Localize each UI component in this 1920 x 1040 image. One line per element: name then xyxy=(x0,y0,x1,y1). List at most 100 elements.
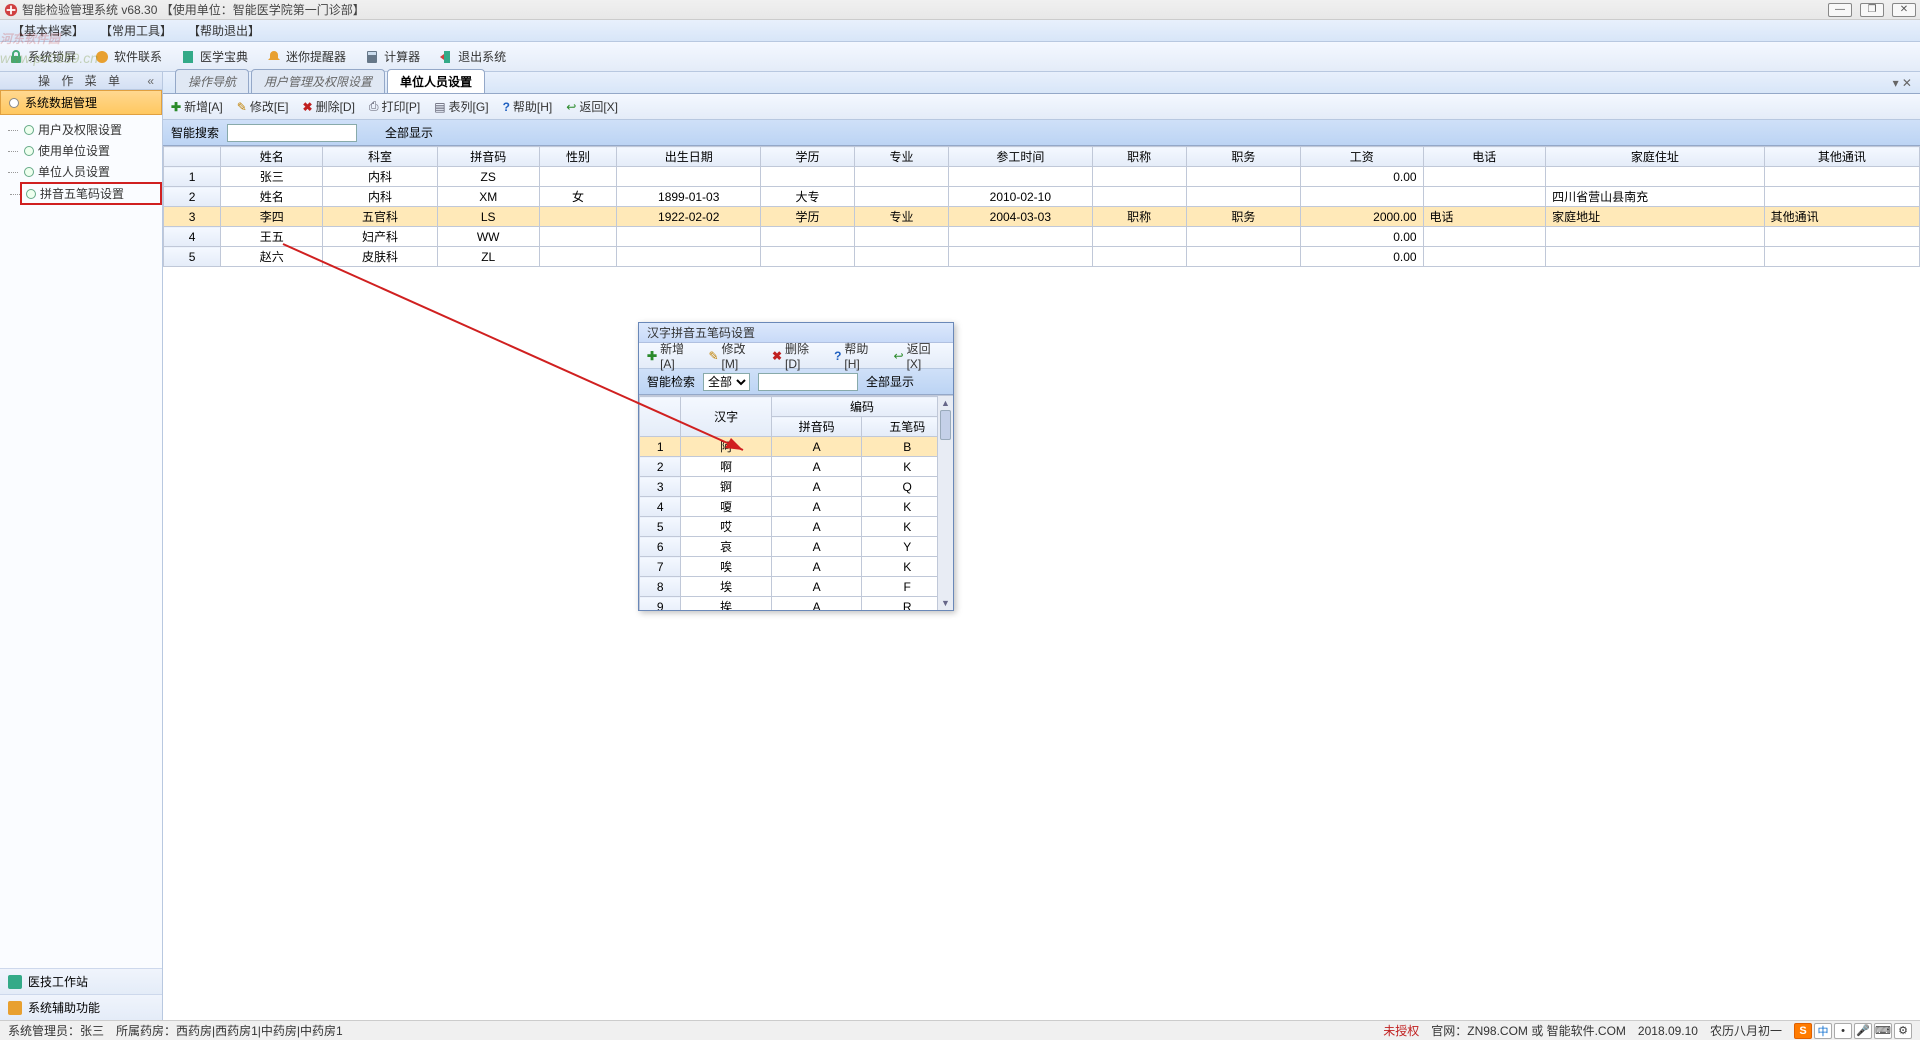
table-row[interactable]: 4王五妇产科WW0.00 xyxy=(164,227,1920,247)
lock-icon xyxy=(8,49,24,65)
tree-node-user-perm[interactable]: 用户及权限设置 xyxy=(20,119,162,140)
dlg-action-add[interactable]: ✚新增[A] xyxy=(647,340,698,371)
action-list[interactable]: ▤表列[G] xyxy=(434,98,488,115)
tb-exit[interactable]: 退出系统 xyxy=(438,48,506,65)
tree-node-staff[interactable]: 单位人员设置 xyxy=(20,161,162,182)
col-dept[interactable]: 科室 xyxy=(323,147,437,167)
ime-keyboard-icon[interactable]: ⌨ xyxy=(1874,1023,1892,1039)
help-icon: ? xyxy=(834,349,841,363)
ime-lang-icon[interactable]: 中 xyxy=(1814,1023,1832,1039)
col-title[interactable]: 职称 xyxy=(1092,147,1186,167)
table-row[interactable]: 7唉AK xyxy=(640,557,953,577)
menu-help[interactable]: 【帮助退出】 xyxy=(184,22,264,39)
menu-tools[interactable]: 【常用工具】 xyxy=(96,22,176,39)
action-delete[interactable]: ✖删除[D] xyxy=(303,98,355,115)
scroll-up-icon[interactable]: ▲ xyxy=(938,396,953,410)
search-input[interactable] xyxy=(227,124,357,142)
tb-calc[interactable]: 计算器 xyxy=(364,48,420,65)
table-row[interactable]: 5哎AK xyxy=(640,517,953,537)
dlg-col-pinyin[interactable]: 拼音码 xyxy=(771,417,862,437)
ime-settings-icon[interactable]: ⚙ xyxy=(1894,1023,1912,1039)
sidebar-bottom-medtech[interactable]: 医技工作站 xyxy=(0,968,162,994)
minimize-button[interactable]: — xyxy=(1828,3,1852,17)
col-rownum xyxy=(164,147,221,167)
status-admin: 系统管理员：张三 xyxy=(8,1022,104,1039)
tb-medical[interactable]: 医学宝典 xyxy=(180,48,248,65)
dlg-action-help[interactable]: ?帮助[H] xyxy=(834,340,883,371)
col-duty[interactable]: 职务 xyxy=(1186,147,1300,167)
dlg-action-edit[interactable]: ✎修改[M] xyxy=(708,340,761,371)
action-print[interactable]: ⎙打印[P] xyxy=(369,98,420,115)
search-label: 智能搜索 xyxy=(171,124,219,141)
back-icon: ↩ xyxy=(566,100,576,114)
tree-node-unit[interactable]: 使用单位设置 xyxy=(20,140,162,161)
close-button[interactable]: ✕ xyxy=(1892,3,1916,17)
tab-user-perm[interactable]: 用户管理及权限设置 xyxy=(251,69,385,93)
tb-contact[interactable]: 软件联系 xyxy=(94,48,162,65)
action-edit[interactable]: ✎修改[E] xyxy=(237,98,289,115)
table-row[interactable]: 6哀AY xyxy=(640,537,953,557)
table-row[interactable]: 3李四五官科LS1922-02-02学历专业2004-03-03职称职务2000… xyxy=(164,207,1920,227)
tab-nav[interactable]: 操作导航 xyxy=(175,69,249,93)
ime-mic-icon[interactable]: 🎤 xyxy=(1854,1023,1872,1039)
dlg-search-input[interactable] xyxy=(758,373,858,391)
help-icon: ? xyxy=(503,100,510,114)
col-name[interactable]: 姓名 xyxy=(221,147,323,167)
tb-reminder[interactable]: 迷你提醒器 xyxy=(266,48,346,65)
table-row[interactable]: 4嗄AK xyxy=(640,497,953,517)
menu-basic[interactable]: 【基本档案】 xyxy=(8,22,88,39)
maximize-button[interactable]: ❐ xyxy=(1860,3,1884,17)
table-row[interactable]: 1张三内科ZS0.00 xyxy=(164,167,1920,187)
menubar: 【基本档案】 【常用工具】 【帮助退出】 xyxy=(0,20,1920,42)
dlg-show-all[interactable]: 全部显示 xyxy=(866,373,914,390)
delete-icon: ✖ xyxy=(772,349,782,363)
tab-staff[interactable]: 单位人员设置 xyxy=(387,69,485,93)
table-row[interactable]: 9挨AR xyxy=(640,597,953,611)
exit-icon xyxy=(438,49,454,65)
ime-sogou-icon[interactable]: S xyxy=(1794,1023,1812,1039)
col-tel[interactable]: 电话 xyxy=(1423,147,1546,167)
action-add[interactable]: ✚新增[A] xyxy=(171,98,223,115)
show-all-link[interactable]: 全部显示 xyxy=(385,124,433,141)
action-help[interactable]: ?帮助[H] xyxy=(503,98,553,115)
staff-grid: 姓名 科室 拼音码 性别 出生日期 学历 专业 参工时间 职称 职务 工资 电话… xyxy=(163,146,1920,267)
table-row[interactable]: 5赵六皮肤科ZL0.00 xyxy=(164,247,1920,267)
ime-punct-icon[interactable]: • xyxy=(1834,1023,1852,1039)
col-edu[interactable]: 学历 xyxy=(761,147,855,167)
col-sex[interactable]: 性别 xyxy=(539,147,617,167)
station-icon xyxy=(8,975,22,989)
app-icon xyxy=(4,3,18,17)
table-row[interactable]: 1阿AB xyxy=(640,437,953,457)
node-icon xyxy=(24,125,34,135)
col-worktime[interactable]: 参工时间 xyxy=(948,147,1092,167)
table-row[interactable]: 2姓名内科XM女1899-01-03大专2010-02-10四川省营山县南充 xyxy=(164,187,1920,207)
tabs-menu[interactable]: ▾ ✕ xyxy=(1893,76,1912,90)
col-addr[interactable]: 家庭住址 xyxy=(1546,147,1765,167)
col-major[interactable]: 专业 xyxy=(855,147,949,167)
dlg-action-delete[interactable]: ✖删除[D] xyxy=(772,340,824,371)
dlg-scrollbar[interactable]: ▲ ▼ xyxy=(937,396,953,610)
dlg-filter-select[interactable]: 全部 xyxy=(703,373,750,391)
dlg-action-back[interactable]: ↩返回[X] xyxy=(894,340,945,371)
edit-icon: ✎ xyxy=(708,349,718,363)
action-back[interactable]: ↩返回[X] xyxy=(566,98,618,115)
col-other[interactable]: 其他通讯 xyxy=(1764,147,1919,167)
col-salary[interactable]: 工资 xyxy=(1301,147,1424,167)
dlg-col-char[interactable]: 汉字 xyxy=(681,397,772,437)
table-row[interactable]: 3锕AQ xyxy=(640,477,953,497)
sidebar-bottom-aux[interactable]: 系统辅助功能 xyxy=(0,994,162,1020)
scroll-down-icon[interactable]: ▼ xyxy=(938,596,953,610)
col-birth[interactable]: 出生日期 xyxy=(617,147,761,167)
bell-icon xyxy=(266,49,282,65)
dlg-col-code[interactable]: 编码 xyxy=(771,397,952,417)
table-row[interactable]: 8埃AF xyxy=(640,577,953,597)
window-title: 智能检验管理系统 v68.30 【使用单位：智能医学院第一门诊部】 xyxy=(22,1,365,18)
scroll-thumb[interactable] xyxy=(940,410,951,440)
sidebar-collapse[interactable]: « xyxy=(147,74,158,88)
tree-group-system[interactable]: 系统数据管理 xyxy=(0,90,162,115)
tree-node-pinyin-wubi[interactable]: 拼音五笔码设置 xyxy=(20,182,162,205)
tb-lock[interactable]: 系统锁屏 xyxy=(8,48,76,65)
table-row[interactable]: 2啊AK xyxy=(640,457,953,477)
calculator-icon xyxy=(364,49,380,65)
col-pinyin[interactable]: 拼音码 xyxy=(437,147,539,167)
